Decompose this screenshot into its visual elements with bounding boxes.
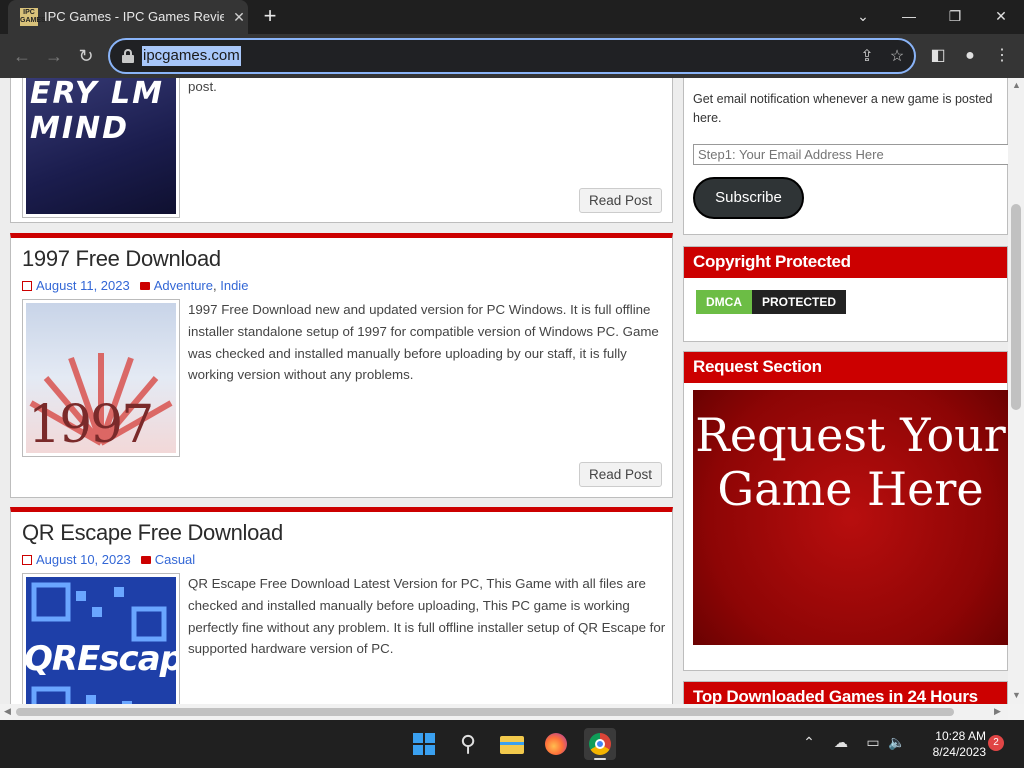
- scroll-right-icon[interactable]: ▶: [994, 706, 1001, 717]
- thumbnail-art-text: 1997: [28, 395, 154, 453]
- category-link[interactable]: Adventure: [154, 278, 213, 293]
- dmca-label: DMCA: [696, 290, 752, 314]
- start-button[interactable]: [408, 728, 440, 760]
- show-hidden-icons-chevron-icon[interactable]: ⌃: [798, 734, 820, 751]
- post-card: 1997 Free Download August 11, 2023 Advent…: [10, 233, 673, 498]
- windows-taskbar: ⚲ ⌃ ☁ ▭ 🔈 10:28 AM 8/24/2023 2: [0, 720, 1024, 768]
- vertical-scrollbar[interactable]: ▲ ▼: [1008, 78, 1024, 704]
- volume-icon[interactable]: 🔈: [886, 734, 908, 751]
- post-title[interactable]: QR Escape Free Download: [22, 520, 283, 546]
- horizontal-scrollbar[interactable]: ◀ ▶: [0, 704, 1008, 720]
- clock-date: 8/24/2023: [932, 745, 986, 759]
- read-post-button[interactable]: Read Post: [579, 188, 662, 213]
- post-meta: August 10, 2023 Casual: [22, 552, 195, 567]
- tab-close-icon[interactable]: ✕: [230, 8, 248, 26]
- widget-title: Copyright Protected: [684, 247, 1007, 278]
- widget-title: Request Section: [684, 352, 1007, 383]
- post-thumbnail[interactable]: ERY LM MIND: [22, 78, 180, 218]
- clock-time: 10:28 AM: [935, 729, 986, 743]
- calendar-icon: [22, 555, 32, 565]
- side-panel-icon[interactable]: ◧: [926, 44, 950, 68]
- scroll-up-icon[interactable]: ▲: [1012, 80, 1021, 90]
- tab-strip: IPC GAMES IPC Games - IPC Games Reviews …: [0, 0, 1024, 34]
- thumbnail-art-text: ERY LM MIND: [30, 78, 164, 146]
- category-link[interactable]: Indie: [220, 278, 248, 293]
- site-favicon-icon: IPC GAMES: [20, 8, 46, 26]
- scroll-down-icon[interactable]: ▼: [1012, 690, 1021, 700]
- forward-button[interactable]: →: [40, 42, 68, 70]
- request-widget: Request Section Request Your Game Here: [683, 351, 1008, 671]
- share-icon[interactable]: ⇪: [856, 46, 878, 68]
- protected-label: PROTECTED: [752, 290, 847, 314]
- post-excerpt: QR Escape Free Download Latest Version f…: [188, 576, 666, 657]
- subscribe-button[interactable]: Subscribe: [693, 177, 804, 219]
- thumbnail-art-text: QREscap: [26, 639, 176, 679]
- minimize-button[interactable]: —: [894, 4, 924, 28]
- profile-icon[interactable]: ●: [958, 44, 982, 68]
- scroll-left-icon[interactable]: ◀: [4, 706, 11, 717]
- chrome-icon[interactable]: [584, 728, 616, 760]
- notification-badge[interactable]: 2: [988, 735, 1004, 751]
- new-tab-button[interactable]: +: [258, 5, 282, 29]
- widget-title: Top Downloaded Games in 24 Hours: [684, 682, 1007, 704]
- browser-tab[interactable]: IPC GAMES IPC Games - IPC Games Reviews …: [8, 0, 248, 34]
- folder-icon: [139, 282, 150, 290]
- address-bar[interactable]: ipcgames.com ⇪ ☆: [108, 38, 916, 74]
- calendar-icon: [22, 281, 32, 291]
- horizontal-scroll-thumb[interactable]: [16, 708, 954, 716]
- close-window-button[interactable]: ✕: [986, 4, 1016, 28]
- page-content: ERY LM MIND updated files, It is full of…: [0, 78, 1008, 704]
- post-date[interactable]: August 10, 2023: [36, 552, 131, 567]
- tab-title: IPC Games - IPC Games Reviews: [44, 9, 224, 24]
- file-explorer-icon[interactable]: [496, 728, 528, 760]
- back-button[interactable]: ←: [8, 42, 36, 70]
- post-card: QR Escape Free Download August 10, 2023 C…: [10, 507, 673, 704]
- menu-kebab-icon[interactable]: ⋮: [990, 44, 1014, 68]
- post-thumbnail[interactable]: QREscap: [22, 573, 180, 704]
- tab-search-chevron-icon[interactable]: ⌄: [848, 4, 878, 28]
- folder-icon: [140, 556, 151, 564]
- post-meta: August 11, 2023 Adventure, Indie: [22, 278, 248, 293]
- onedrive-icon[interactable]: ☁: [830, 734, 852, 751]
- email-field[interactable]: [693, 144, 1008, 165]
- vertical-scroll-thumb[interactable]: [1011, 204, 1021, 410]
- top-downloaded-widget: Top Downloaded Games in 24 Hours: [683, 681, 1008, 704]
- reload-button[interactable]: ↻: [72, 42, 100, 70]
- post-date[interactable]: August 11, 2023: [36, 278, 130, 293]
- request-game-banner[interactable]: Request Your Game Here: [693, 390, 1008, 645]
- dmca-badge[interactable]: DMCA PROTECTED: [696, 290, 847, 314]
- post-title[interactable]: 1997 Free Download: [22, 246, 221, 272]
- firefox-icon[interactable]: [540, 728, 572, 760]
- post-excerpt: updated files, It is full offline or sta…: [188, 78, 217, 94]
- read-post-button[interactable]: Read Post: [579, 462, 662, 487]
- system-clock[interactable]: 10:28 AM 8/24/2023: [912, 728, 986, 760]
- request-banner-text: Request Your Game Here: [695, 408, 1006, 516]
- lock-icon[interactable]: [122, 49, 134, 63]
- network-icon[interactable]: ▭: [862, 734, 884, 751]
- browser-toolbar: ← → ↻ ipcgames.com ⇪ ☆ ◧ ● ⋮: [0, 34, 1024, 78]
- search-icon[interactable]: ⚲: [452, 728, 484, 760]
- post-thumbnail[interactable]: 1997: [22, 299, 180, 457]
- category-link[interactable]: Casual: [155, 552, 195, 567]
- bookmark-star-icon[interactable]: ☆: [886, 46, 908, 68]
- subscribe-widget: Get email notification whenever a new ga…: [683, 78, 1008, 235]
- post-excerpt: 1997 Free Download new and updated versi…: [188, 302, 659, 383]
- copyright-widget: Copyright Protected DMCA PROTECTED: [683, 246, 1008, 342]
- restore-button[interactable]: ❐: [940, 4, 970, 28]
- subscribe-description: Get email notification whenever a new ga…: [693, 92, 993, 125]
- post-card: ERY LM MIND updated files, It is full of…: [10, 78, 673, 223]
- url-text[interactable]: ipcgames.com: [142, 46, 241, 66]
